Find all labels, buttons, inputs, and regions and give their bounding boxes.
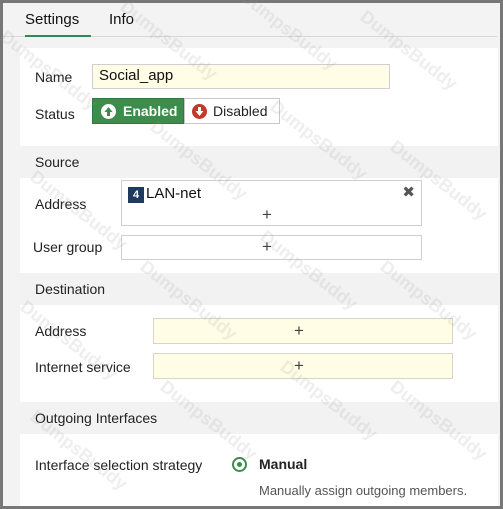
add-user-group-icon[interactable]: + xyxy=(262,237,272,257)
status-disabled-label: Disabled xyxy=(213,103,268,119)
radio-selected-dot xyxy=(237,462,242,467)
arrow-up-circle-icon xyxy=(101,104,116,119)
source-address-field[interactable]: 4 LAN-net ✖ + xyxy=(121,180,422,226)
status-enabled-button[interactable]: Enabled xyxy=(92,98,184,124)
interface-strategy-label: Interface selection strategy xyxy=(35,457,203,473)
address-badge-icon: 4 xyxy=(128,187,144,203)
tab-info[interactable]: Info xyxy=(109,9,143,37)
status-disabled-button[interactable]: Disabled xyxy=(184,98,280,124)
source-section-header xyxy=(20,146,498,178)
user-group-label: User group xyxy=(33,239,103,255)
user-group-field[interactable]: + xyxy=(121,235,422,260)
name-input[interactable]: Social_app xyxy=(92,64,390,89)
manual-option-label[interactable]: Manual xyxy=(259,456,307,472)
destination-section-title: Destination xyxy=(35,281,106,297)
source-section-title: Source xyxy=(35,154,80,170)
add-source-address-icon[interactable]: + xyxy=(262,205,272,225)
tab-bar: Settings Info xyxy=(3,3,497,37)
manual-option-hint: Manually assign outgoing members. xyxy=(259,483,468,498)
destination-address-label: Address xyxy=(35,323,87,339)
destination-address-field[interactable]: + xyxy=(153,318,453,344)
add-internet-service-icon[interactable]: + xyxy=(294,356,304,376)
tab-settings[interactable]: Settings xyxy=(25,9,91,37)
source-address-label: Address xyxy=(35,196,87,212)
remove-entry-icon[interactable]: ✖ xyxy=(402,183,415,201)
outgoing-section-title: Outgoing Interfaces xyxy=(35,410,158,426)
manual-radio[interactable] xyxy=(232,457,247,472)
internet-service-label: Internet service xyxy=(35,359,131,375)
add-destination-address-icon[interactable]: + xyxy=(294,321,304,341)
arrow-down-circle-icon xyxy=(192,104,207,119)
status-label: Status xyxy=(35,106,75,122)
internet-service-field[interactable]: + xyxy=(153,353,453,379)
status-enabled-label: Enabled xyxy=(123,103,178,119)
name-label: Name xyxy=(35,69,73,85)
address-entry-name: LAN-net xyxy=(146,185,202,202)
